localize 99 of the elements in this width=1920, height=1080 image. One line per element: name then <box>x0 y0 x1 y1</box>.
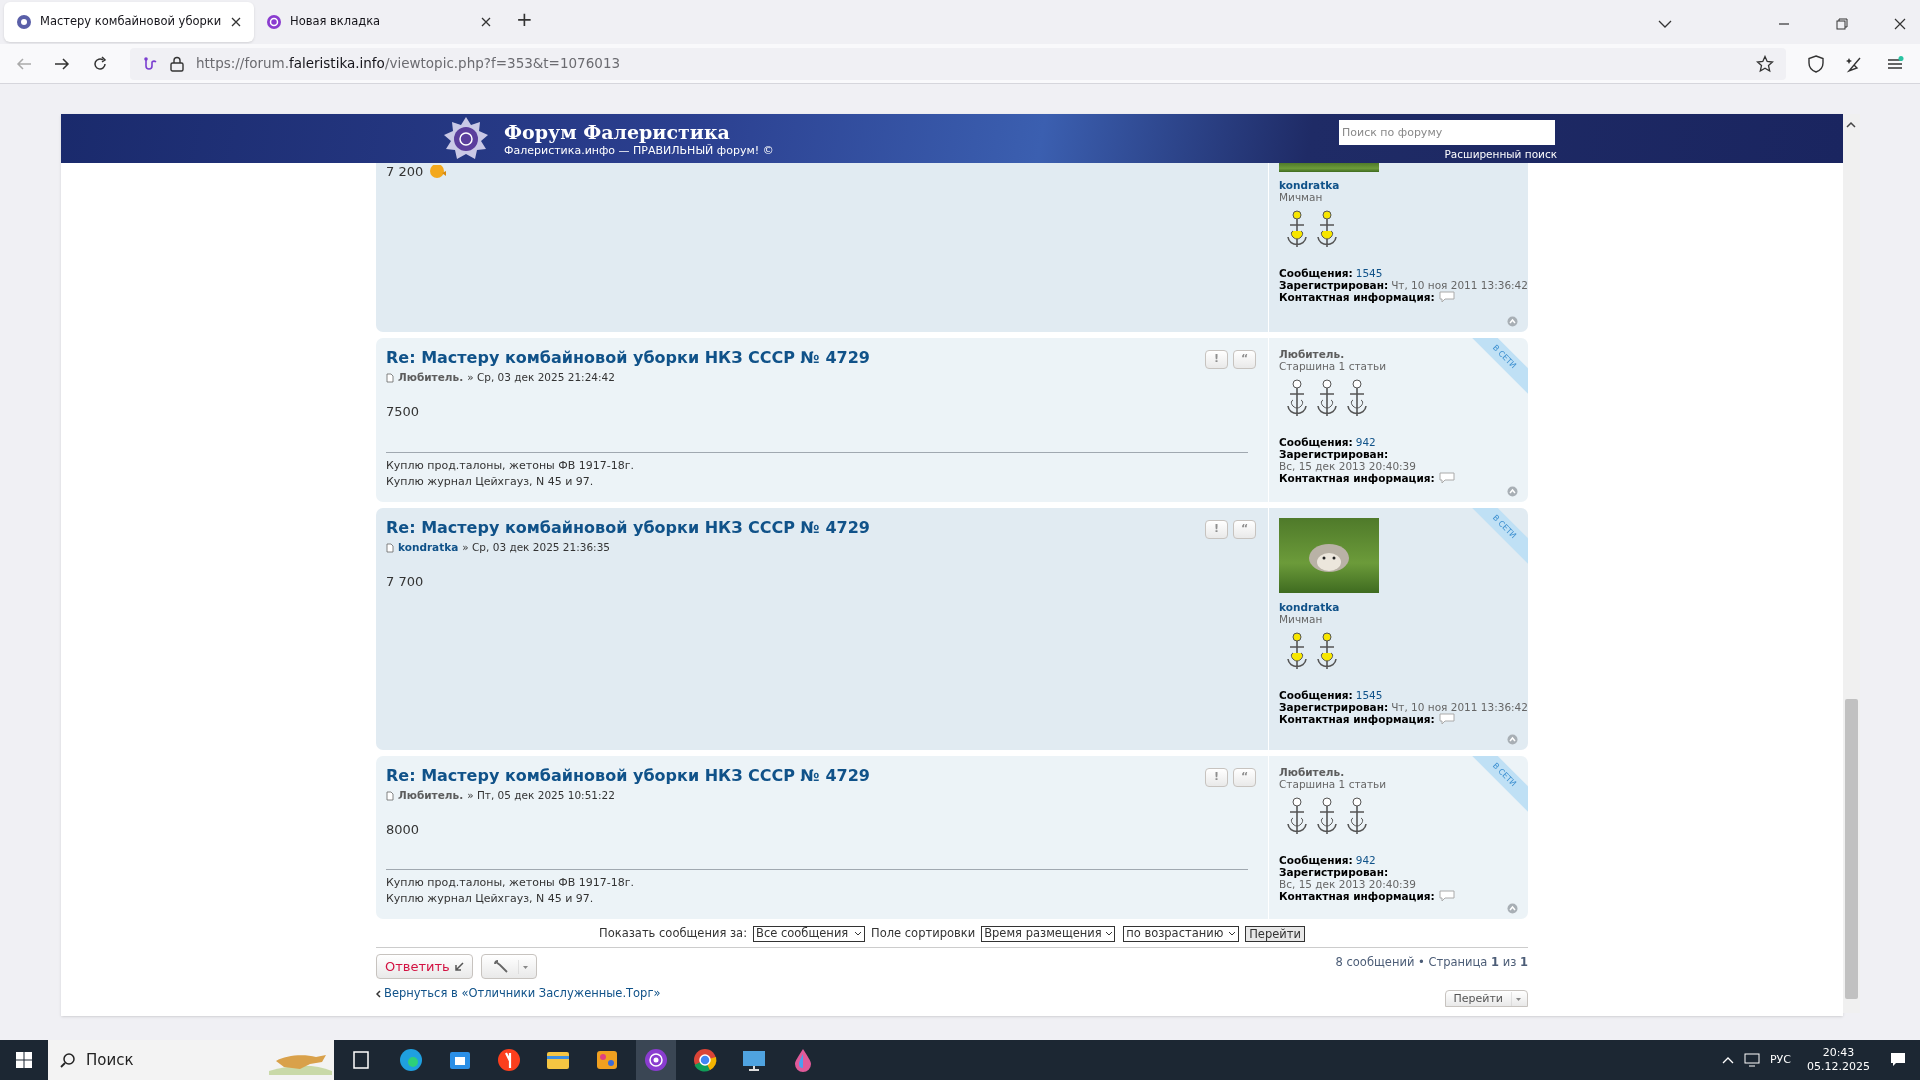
field-label: Сообщения: <box>1279 436 1353 448</box>
field-label: Сообщения: <box>1279 267 1353 279</box>
username-link[interactable]: Любитель. <box>1279 348 1345 360</box>
post-body: 7 700 <box>386 572 425 591</box>
reload-icon[interactable] <box>92 55 108 72</box>
registration-date: Вс, 15 дек 2013 20:40:39 <box>1279 878 1416 890</box>
browser-tab[interactable]: Новая вкладка <box>254 2 504 42</box>
signature-text: Куплю прод.талоны, жетоны ФВ 1917-18г. <box>386 458 636 474</box>
advanced-search-link[interactable]: Расширенный поиск <box>1444 147 1557 163</box>
shield-icon[interactable] <box>1808 54 1824 73</box>
url-text: https://forum.faleristika.info/viewtopic.php?f=353&t=1076013 <box>196 54 621 74</box>
field-label: Контактная информация: <box>1279 713 1435 725</box>
tab-title: Новая вкладка <box>290 13 382 31</box>
post-title[interactable]: Re: Мастеру комбайновой уборки НКЗ СССР № 4729 <box>386 518 1205 538</box>
username-link[interactable]: kondratka <box>1279 601 1340 613</box>
user-rank: Мичман <box>1279 191 1323 203</box>
forum-emblem-icon <box>443 115 489 162</box>
sort-label: Поле сортировки <box>871 925 976 942</box>
registration-date: Чт, 10 ноя 2011 13:36:42 <box>1391 279 1528 291</box>
chevron-up-icon[interactable] <box>1722 1056 1734 1064</box>
post-page-icon <box>386 372 394 383</box>
chevron-down-icon <box>1228 931 1237 937</box>
post-body: 7 200 <box>386 164 424 180</box>
browser-tab[interactable]: Мастеру комбайновой уборки <box>4 2 254 42</box>
tools-button[interactable] <box>480 954 537 980</box>
post-count-link[interactable]: 942 <box>1355 854 1376 866</box>
post-count-link[interactable]: 1545 <box>1355 689 1383 701</box>
post-page-icon <box>386 790 394 801</box>
signature-text: Куплю журнал Цейхгауз, N 45 и 97. <box>386 474 595 490</box>
restore-icon[interactable] <box>1836 18 1848 30</box>
close-window-icon[interactable] <box>1894 18 1906 30</box>
search-field[interactable]: Поиск по форуму <box>1339 120 1555 145</box>
field-label: Зарегистрирован: <box>1279 279 1389 291</box>
field-label: Контактная информация: <box>1279 291 1435 303</box>
signature-text: Куплю журнал Цейхгауз, N 45 и 97. <box>386 891 595 907</box>
scroll-up-icon[interactable] <box>1846 121 1856 128</box>
sort-order-select[interactable]: по возрастанию <box>1123 925 1240 942</box>
taskbar-search-field[interactable]: Поиск <box>48 1040 334 1080</box>
username-link[interactable]: Любитель. <box>1279 766 1345 778</box>
filter-label: Показать сообщения за: <box>599 925 748 942</box>
language-indicator[interactable]: РУС <box>1770 1051 1791 1069</box>
circle-logo-icon <box>266 14 282 30</box>
user-rank: Старшина 1 статьи <box>1279 778 1387 790</box>
permissions-icon[interactable] <box>142 55 158 72</box>
field-label: Контактная информация: <box>1279 472 1435 484</box>
bookmark-star-icon[interactable] <box>1756 54 1774 73</box>
period-select[interactable]: Все сообщения <box>753 925 866 942</box>
chevron-down-icon[interactable] <box>1658 19 1672 29</box>
author-link[interactable]: Любитель. <box>398 788 464 804</box>
post-title[interactable]: Re: Мастеру комбайновой уборки НКЗ СССР № 4729 <box>386 348 1205 368</box>
post-date: » Ср, 03 дек 2025 21:36:35 <box>462 540 610 555</box>
pagination-text: 8 сообщений • Страница 1 из 1 <box>1335 954 1528 972</box>
post-title[interactable]: Re: Мастеру комбайновой уборки НКЗ СССР № 4729 <box>386 766 1205 786</box>
user-rank: Старшина 1 статьи <box>1279 360 1387 372</box>
post-count-link[interactable]: 942 <box>1355 436 1376 448</box>
field-label: Сообщения: <box>1279 854 1353 866</box>
arrow-down-left-icon <box>453 961 464 972</box>
post-count-link[interactable]: 1545 <box>1355 267 1383 279</box>
sort-field-select[interactable]: Время размещения <box>981 925 1116 942</box>
post-page-icon <box>386 542 394 553</box>
registration-date: Чт, 10 ноя 2011 13:36:42 <box>1391 701 1528 713</box>
search-icon <box>60 1052 76 1068</box>
clock-time[interactable]: 20:43 <box>1822 1046 1855 1060</box>
tor-browser-icon[interactable] <box>636 1040 676 1080</box>
back-link[interactable]: Вернуться в «Отличники Заслуженные.Торг» <box>376 985 661 1003</box>
field-label: Контактная информация: <box>1279 890 1435 902</box>
post-date: » Пт, 05 дек 2025 10:51:22 <box>467 788 615 803</box>
post-body: 7500 <box>386 402 421 421</box>
field-label: Зарегистрирован: <box>1279 701 1389 713</box>
author-link[interactable]: kondratka <box>398 540 459 556</box>
menu-icon[interactable] <box>1886 55 1904 72</box>
clock-date[interactable]: 05.12.2025 <box>1807 1060 1870 1074</box>
field-label: Сообщения: <box>1279 689 1353 701</box>
field-label: Зарегистрирован: <box>1279 866 1389 878</box>
registration-date: Вс, 15 дек 2013 20:40:39 <box>1279 460 1416 472</box>
post-date: » Ср, 03 дек 2025 21:24:42 <box>467 370 615 385</box>
go-button[interactable]: Перейти <box>1245 925 1305 942</box>
field-label: Зарегистрирован: <box>1279 448 1389 460</box>
jump-button[interactable]: Перейти <box>1444 990 1528 1008</box>
tab-title: Мастеру комбайновой уборки <box>40 13 222 31</box>
forum-title: Форум Фалеристика <box>504 119 731 143</box>
new-tab-button[interactable]: + <box>516 4 533 34</box>
reply-button[interactable]: Ответить <box>376 954 473 980</box>
user-rank: Мичман <box>1279 613 1323 625</box>
close-icon[interactable] <box>230 16 242 28</box>
signature-text: Куплю прод.талоны, жетоны ФВ 1917-18г. <box>386 875 636 891</box>
forum-subtitle: Фалеристика.инфо — ПРАВИЛЬНЫЙ форум! © <box>504 143 775 158</box>
author-link[interactable]: Любитель. <box>398 370 464 386</box>
post-body: 8000 <box>386 820 421 839</box>
lock-icon <box>170 55 184 72</box>
username-link[interactable]: kondratka <box>1279 179 1340 191</box>
scrollbar-thumb[interactable] <box>1845 699 1858 999</box>
chevron-down-icon <box>1104 931 1113 937</box>
chevron-down-icon <box>854 931 863 937</box>
forward-icon[interactable] <box>54 56 70 71</box>
address-bar[interactable]: https://forum.faleristika.info/viewtopic.php?f=353&t=1076013 <box>130 47 1786 80</box>
chevron-left-icon <box>376 989 381 998</box>
close-icon[interactable] <box>480 16 492 28</box>
notifications-icon[interactable] <box>1890 1052 1906 1068</box>
